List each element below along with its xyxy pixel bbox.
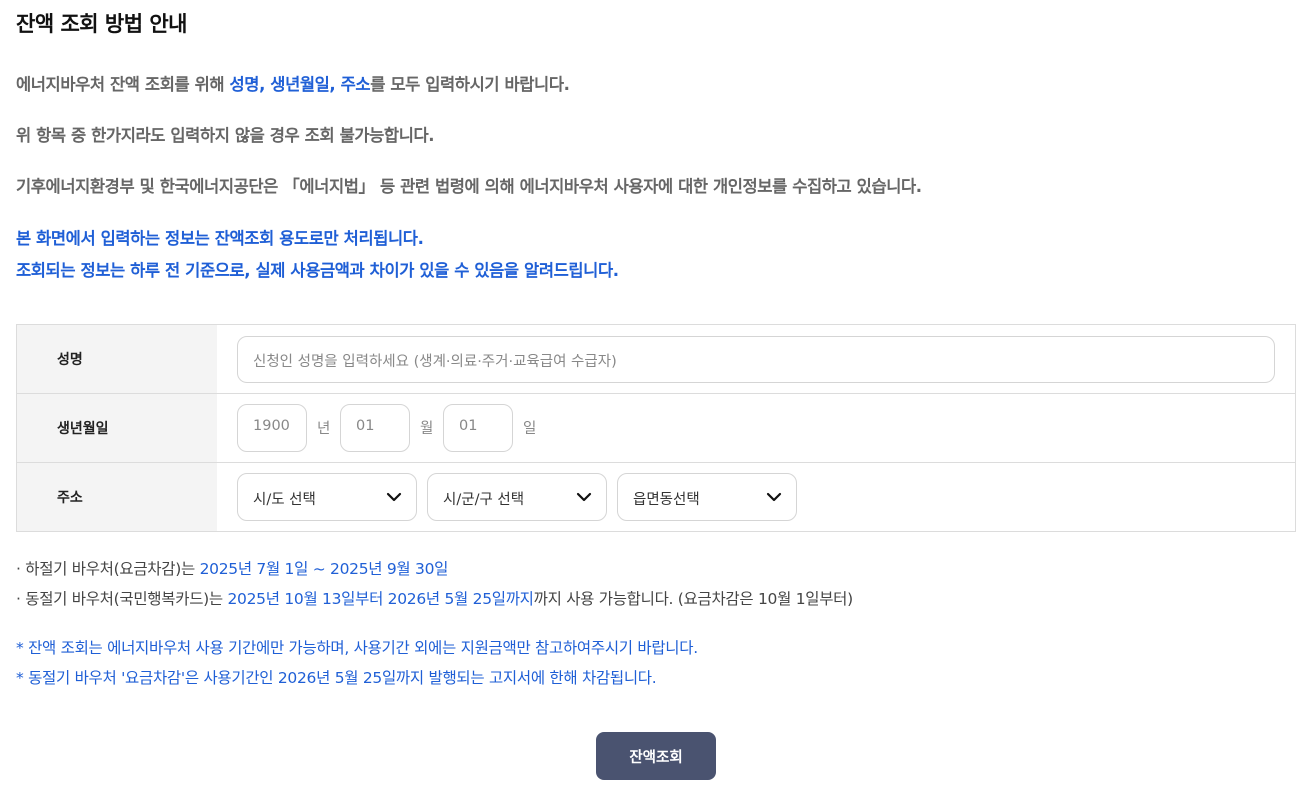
star-note-2: * 동절기 바우처 '요금차감'은 사용기간인 2026년 5월 25일까지 발… <box>16 669 657 687</box>
summer-period: 2025년 7월 1일 ~ 2025년 9월 30일 <box>199 560 449 578</box>
winter-note: · 동절기 바우처(국민행복카드)는 2025년 10월 13일부터 2026년… <box>16 587 853 609</box>
birth-month-input[interactable]: 01 <box>340 404 410 452</box>
birth-year-placeholder: 1900 <box>253 418 290 434</box>
day-unit: 일 <box>523 421 537 437</box>
name-label: 성명 <box>57 352 83 368</box>
sido-select[interactable]: 시/도 선택 <box>237 473 417 521</box>
intro-line-5: 조회되는 정보는 하루 전 기준으로, 실제 사용금액과 차이가 있을 수 있음… <box>16 261 619 280</box>
winter-period: 2025년 10월 13일부터 2026년 5월 25일까지 <box>227 590 534 608</box>
intro-line-3: 기후에너지환경부 및 한국에너지공단은 「에너지법」 등 관련 법령에 의해 에… <box>16 177 922 196</box>
birth-day-placeholder: 01 <box>459 418 478 434</box>
eupmyeondong-select[interactable]: 읍면동선택 <box>617 473 797 521</box>
address-row: 주소 시/도 선택 시/군/구 선택 읍면동선택 <box>17 463 1295 531</box>
eupmyeondong-select-value: 읍면동선택 <box>633 492 700 508</box>
chevron-down-icon <box>766 492 782 502</box>
address-label: 주소 <box>57 490 83 506</box>
winter-note-pre: · 동절기 바우처(국민행복카드)는 <box>16 590 228 608</box>
sigungu-select-value: 시/군/구 선택 <box>443 492 525 508</box>
intro-line-1: 에너지바우처 잔액 조회를 위해 성명, 생년월일, 주소를 모두 입력하시기 … <box>16 71 570 95</box>
chevron-down-icon <box>386 492 402 502</box>
birth-day-input[interactable]: 01 <box>443 404 513 452</box>
birth-year-input[interactable]: 1900 <box>237 404 307 452</box>
star-note-1: * 잔액 조회는 에너지바우처 사용 기간에만 가능하며, 사용기간 외에는 지… <box>16 639 698 657</box>
month-unit: 월 <box>420 421 434 437</box>
name-placeholder: 신청인 성명을 입력하세요 (생계·의료·주거·교육급여 수급자) <box>253 354 617 370</box>
intro-line-4: 본 화면에서 입력하는 정보는 잔액조회 용도로만 처리됩니다. <box>16 229 424 248</box>
name-input[interactable]: 신청인 성명을 입력하세요 (생계·의료·주거·교육급여 수급자) <box>237 336 1275 383</box>
birth-row: 생년월일 1900 년 01 월 01 일 <box>17 394 1295 463</box>
birth-month-placeholder: 01 <box>356 418 375 434</box>
sigungu-select[interactable]: 시/군/구 선택 <box>427 473 607 521</box>
intro-line-1-pre: 에너지바우처 잔액 조회를 위해 <box>16 75 230 94</box>
intro-line-1-post: 를 모두 입력하시기 바랍니다. <box>370 75 570 94</box>
name-label-cell: 성명 <box>17 325 217 393</box>
birth-label: 생년월일 <box>57 421 109 437</box>
balance-lookup-button[interactable]: 잔액조회 <box>596 732 716 780</box>
address-label-cell: 주소 <box>17 463 217 531</box>
birth-label-cell: 생년월일 <box>17 394 217 462</box>
winter-note-post: 까지 사용 가능합니다. (요금차감은 10월 1일부터) <box>533 590 854 608</box>
year-unit: 년 <box>317 421 331 437</box>
sido-select-value: 시/도 선택 <box>253 492 316 508</box>
intro-line-2: 위 항목 중 한가지라도 입력하지 않을 경우 조회 불가능합니다. <box>16 126 435 145</box>
lookup-form: 성명 신청인 성명을 입력하세요 (생계·의료·주거·교육급여 수급자) 생년월… <box>16 324 1296 532</box>
summer-note-pre: · 하절기 바우처(요금차감)는 <box>16 560 200 578</box>
page-title: 잔액 조회 방법 안내 <box>16 12 188 36</box>
intro-line-1-highlight: 성명, 생년월일, 주소 <box>229 75 371 94</box>
name-row: 성명 신청인 성명을 입력하세요 (생계·의료·주거·교육급여 수급자) <box>17 325 1295 394</box>
summer-note: · 하절기 바우처(요금차감)는 2025년 7월 1일 ~ 2025년 9월 … <box>16 557 448 579</box>
chevron-down-icon <box>576 492 592 502</box>
